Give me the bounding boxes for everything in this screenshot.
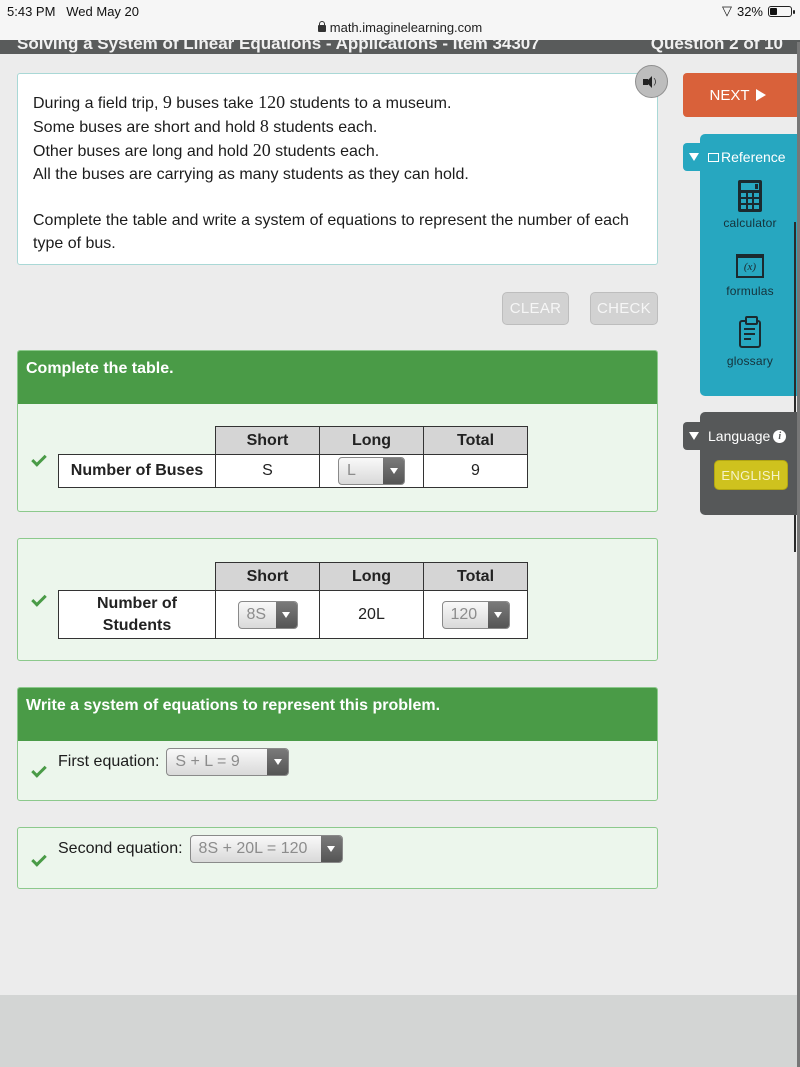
address-bar[interactable]: math.imaginelearning.com [0,20,800,35]
correct-check-icon [31,451,47,467]
chevron-down-icon [275,601,297,628]
second-equation-row: Second equation: 8S + 20L = 120 [58,835,343,863]
status-bar: 5:43 PM Wed May 20 math.imaginelearning.… [0,0,800,42]
column-header-short: Short [215,426,320,455]
glossary-icon [739,316,761,348]
lock-icon [317,21,326,32]
next-button[interactable]: NEXT [683,73,800,117]
first-equation-label: First equation: [58,753,160,770]
chevron-down-icon [487,601,509,628]
correct-check-icon [31,851,47,867]
second-equation-dropdown[interactable]: 8S + 20L = 120 [189,835,343,863]
chevron-down-icon [267,749,289,775]
prompt-line-4: All the buses are carrying as many stude… [33,166,469,183]
column-header-total: Total [423,426,528,455]
first-equation-row: First equation: S + L = 9 [58,748,290,776]
column-header-short: Short [215,562,320,591]
audio-button[interactable]: ) [635,65,668,98]
second-equation-panel: Second equation: 8S + 20L = 120 [17,827,658,889]
wifi-icon: ▽ [721,3,732,18]
prompt-line-2: Some buses are short and hold 8 students… [33,116,378,136]
url-text: math.imaginelearning.com [329,20,483,35]
students-total-dropdown[interactable]: 120 [441,600,510,629]
collapse-arrow-icon [689,153,699,161]
students-table-panel: Short Long Total Number of Students 8S 20… [17,538,658,661]
chevron-down-icon [383,458,404,484]
row-label: Number of Buses [58,454,216,488]
check-button[interactable]: CHECK [590,292,658,325]
column-header-total: Total [423,562,528,591]
column-header-long: Long [319,562,424,591]
equations-panel: Write a system of equations to represent… [17,687,658,801]
table-row: Number of Buses S L 9 [58,454,528,488]
reference-formulas[interactable]: (x) formulas [700,254,800,298]
info-icon[interactable]: i [773,429,787,443]
speaker-icon [642,75,652,88]
first-equation-dropdown[interactable]: S + L = 9 [166,748,290,776]
reference-icon [708,152,719,162]
prompt-line-1: During a field trip, 9 buses take 120 st… [33,92,452,112]
app-title-bar: Solving a System of Linear Equations - A… [0,40,800,54]
table-row: Number of Students 8S 20L 120 [58,590,528,639]
buses-long-dropdown[interactable]: L [338,457,405,485]
chevron-down-icon [320,836,342,862]
language-toggle[interactable]: Language i [683,422,800,450]
prompt-instruction: Complete the table and write a system of… [33,212,629,252]
complete-table-panel: Complete the table. Short Long Total Num… [17,350,658,512]
clear-button[interactable]: CLEAR [502,292,569,325]
buses-total-cell: 9 [423,454,528,488]
section-heading: Write a system of equations to represent… [18,688,657,741]
section-heading: Complete the table. [18,351,657,404]
buses-short-cell: S [215,454,320,488]
students-short-dropdown[interactable]: 8S [237,600,298,629]
reference-glossary[interactable]: glossary [700,316,800,368]
prompt-line-3: Other buses are long and hold 20 student… [33,140,380,160]
english-button[interactable]: ENGLISH [714,460,788,490]
play-arrow-icon [755,89,766,101]
reference-toggle[interactable]: Reference [683,143,800,171]
status-time: 5:43 PM Wed May 20 [7,4,140,19]
buses-table: Short Long Total Number of Buses S L 9 [58,426,528,488]
question-prompt: During a field trip, 9 buses take 120 st… [17,73,658,265]
formulas-icon: (x) [736,254,764,278]
collapse-arrow-icon [689,432,699,440]
question-progress: Question 2 of 10 [650,40,783,53]
correct-check-icon [31,762,47,778]
row-label: Number of Students [58,590,216,639]
item-title: Solving a System of Linear Equations - A… [17,40,540,53]
footer-band [0,995,800,1067]
correct-check-icon [31,591,47,607]
second-equation-label: Second equation: [58,840,183,857]
battery-icon [768,5,795,17]
students-table: Short Long Total Number of Students 8S 20… [58,562,528,639]
students-long-cell: 20L [319,590,424,639]
column-header-long: Long [319,426,424,455]
reference-calculator[interactable]: calculator [700,180,800,230]
calculator-icon [738,180,762,212]
battery-percent: 32% [736,3,763,19]
